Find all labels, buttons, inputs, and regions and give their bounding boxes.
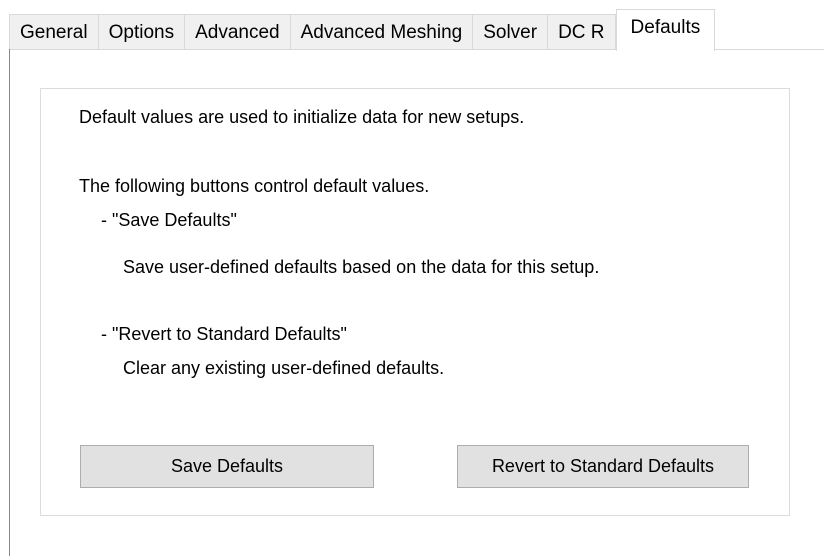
- revert-to-standard-defaults-button[interactable]: Revert to Standard Defaults: [457, 445, 749, 488]
- save-defaults-heading: - "Save Defaults": [101, 210, 237, 230]
- save-defaults-button[interactable]: Save Defaults: [80, 445, 374, 488]
- save-defaults-description: Save user-defined defaults based on the …: [123, 257, 600, 277]
- revert-defaults-description: Clear any existing user-defined defaults…: [123, 358, 445, 378]
- following-text: The following buttons control default va…: [79, 176, 430, 196]
- revert-defaults-heading: - "Revert to Standard Defaults": [101, 324, 347, 344]
- tab-defaults[interactable]: Defaults: [615, 9, 716, 51]
- tab-general[interactable]: General: [9, 14, 98, 50]
- tab-panel-left-border: [9, 49, 10, 556]
- tab-options[interactable]: Options: [97, 14, 185, 50]
- tab-strip: General Options Advanced Advanced Meshin…: [9, 9, 716, 51]
- tab-solver[interactable]: Solver: [472, 14, 548, 50]
- tab-advanced-meshing[interactable]: Advanced Meshing: [289, 14, 473, 50]
- intro-text: Default values are used to initialize da…: [79, 107, 525, 127]
- tab-dc-r[interactable]: DC R: [547, 14, 616, 50]
- tab-advanced[interactable]: Advanced: [184, 14, 290, 50]
